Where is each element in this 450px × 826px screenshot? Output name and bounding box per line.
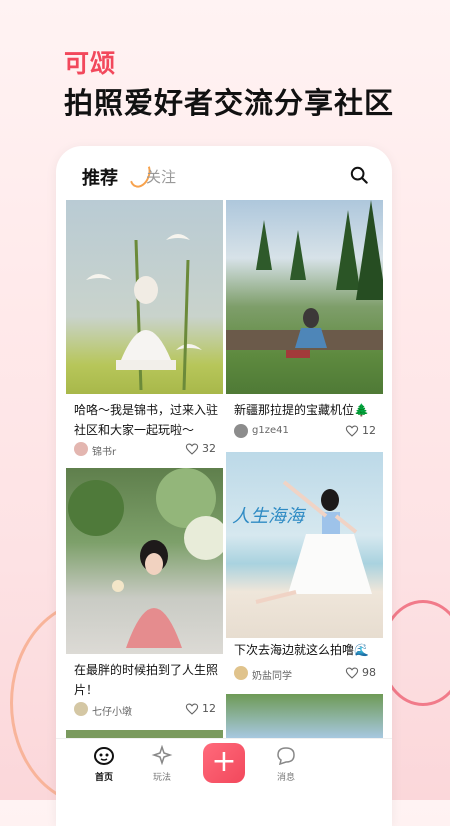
post-title: 下次去海边就这么拍噜🌊 bbox=[234, 643, 369, 657]
avatar bbox=[74, 442, 88, 456]
nav-message-label: 消息 bbox=[276, 773, 295, 783]
avatar bbox=[74, 702, 88, 716]
search-icon[interactable] bbox=[350, 166, 368, 184]
tab-follow[interactable]: 关注 bbox=[146, 166, 176, 187]
post-title: 哈咯～我是锦书，过来入驻社区和大家一起玩啦～ bbox=[74, 403, 219, 437]
avatar bbox=[234, 666, 248, 680]
sea-sign-text: 人生海海 bbox=[232, 506, 304, 527]
heart-icon[interactable] bbox=[345, 424, 359, 438]
author-name: 锦书r bbox=[92, 447, 117, 458]
nav-home-label: 首页 bbox=[94, 773, 113, 783]
avatar bbox=[234, 424, 248, 438]
top-nav: 推荐 关注 bbox=[56, 146, 392, 200]
like-count: 32 bbox=[202, 442, 216, 455]
like-count: 12 bbox=[362, 424, 376, 437]
nav-play[interactable]: 玩法 bbox=[142, 744, 182, 783]
feed-card[interactable]: 哈咯～我是锦书，过来入驻社区和大家一起玩啦～ 锦书r 32 bbox=[66, 200, 223, 462]
post-title: 在最胖的时候拍到了人生照片！ bbox=[74, 663, 219, 697]
post-image bbox=[66, 200, 223, 394]
like-count: 98 bbox=[362, 666, 376, 679]
feed-card[interactable]: 新疆那拉提的宝藏机位🌲 g1ze41 12 bbox=[226, 200, 383, 445]
create-post-button[interactable]: + bbox=[203, 743, 245, 783]
brand-name: 可颂 bbox=[64, 49, 117, 78]
post-image-partial bbox=[226, 694, 383, 738]
post-image bbox=[226, 200, 383, 394]
heart-icon[interactable] bbox=[185, 702, 199, 716]
heart-icon[interactable] bbox=[185, 442, 199, 456]
feed-card[interactable]: 在最胖的时候拍到了人生照片！ 七仔小墩 12 bbox=[66, 468, 223, 724]
heart-icon[interactable] bbox=[345, 666, 359, 680]
like-count: 12 bbox=[202, 702, 216, 715]
feed-card[interactable]: 人生海海 下次去海边就这么拍噜🌊 奶盐同学 98 bbox=[226, 452, 383, 688]
author-name: g1ze41 bbox=[252, 425, 289, 436]
promo-slogan: 拍照爱好者交流分享社区 bbox=[64, 86, 395, 120]
chat-bubble-icon bbox=[277, 747, 295, 766]
nav-home[interactable]: 首页 bbox=[84, 745, 124, 783]
home-icon bbox=[94, 747, 114, 765]
sparkle-icon bbox=[151, 744, 173, 766]
post-title: 新疆那拉提的宝藏机位🌲 bbox=[234, 403, 369, 417]
bottom-nav: 首页 玩法 + 消息 bbox=[56, 738, 392, 801]
post-image bbox=[66, 468, 223, 654]
tab-recommend[interactable]: 推荐 bbox=[82, 164, 118, 190]
author-name: 奶盐同学 bbox=[252, 671, 292, 682]
nav-message[interactable]: 消息 bbox=[266, 745, 306, 783]
nav-play-label: 玩法 bbox=[152, 773, 171, 783]
phone-screen: 推荐 关注 哈咯～我是锦书，过来入驻社区和大家一起玩啦～ 锦书r 32 新疆那拉… bbox=[56, 146, 392, 826]
post-image: 人生海海 bbox=[226, 452, 383, 638]
author-name: 七仔小墩 bbox=[92, 707, 132, 718]
